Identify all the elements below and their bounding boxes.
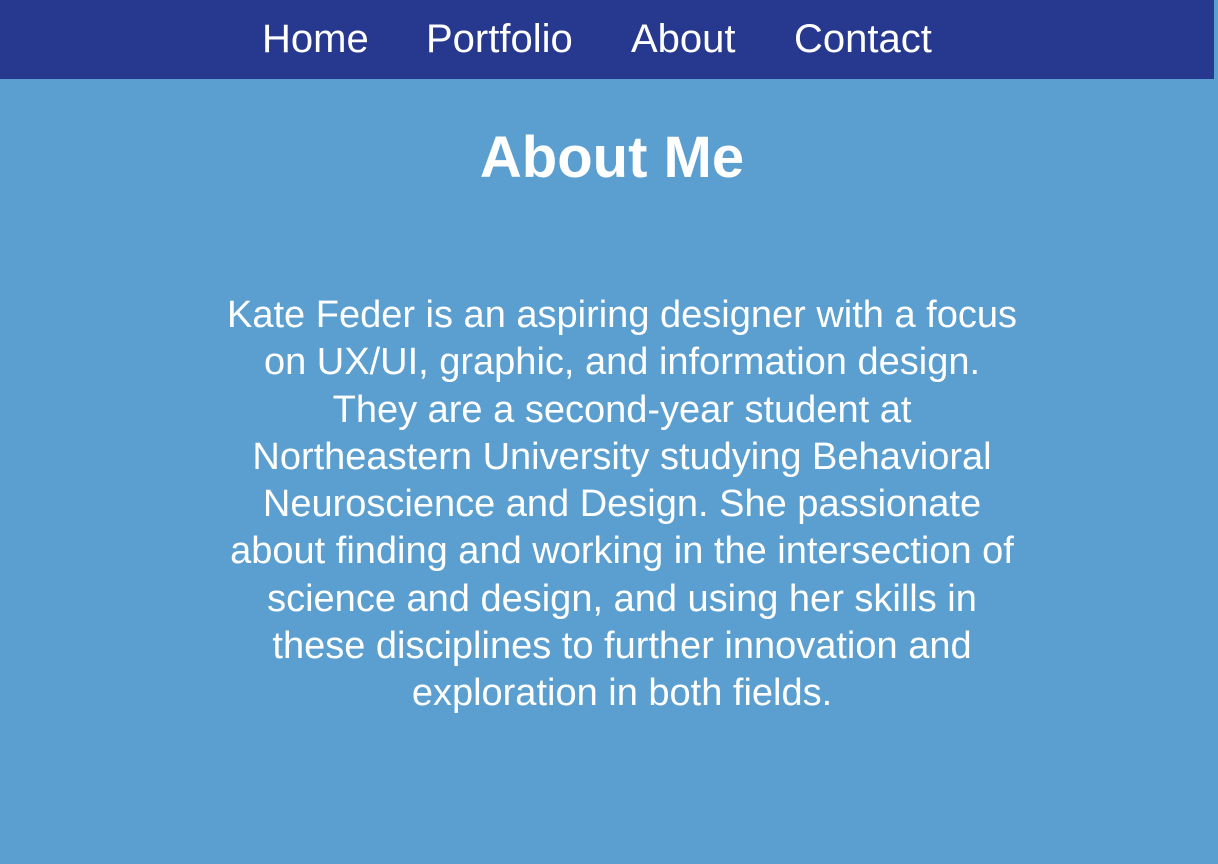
bio-paragraph: Kate Feder is an aspiring designer with …	[227, 294, 1017, 715]
nav-link-home[interactable]: Home	[262, 14, 369, 64]
page-title: About Me	[479, 125, 745, 190]
nav-link-about[interactable]: About	[631, 14, 736, 64]
top-navbar: Home Portfolio About Contact	[0, 0, 1214, 79]
nav-link-portfolio[interactable]: Portfolio	[426, 14, 573, 64]
nav-link-contact[interactable]: Contact	[794, 14, 932, 64]
